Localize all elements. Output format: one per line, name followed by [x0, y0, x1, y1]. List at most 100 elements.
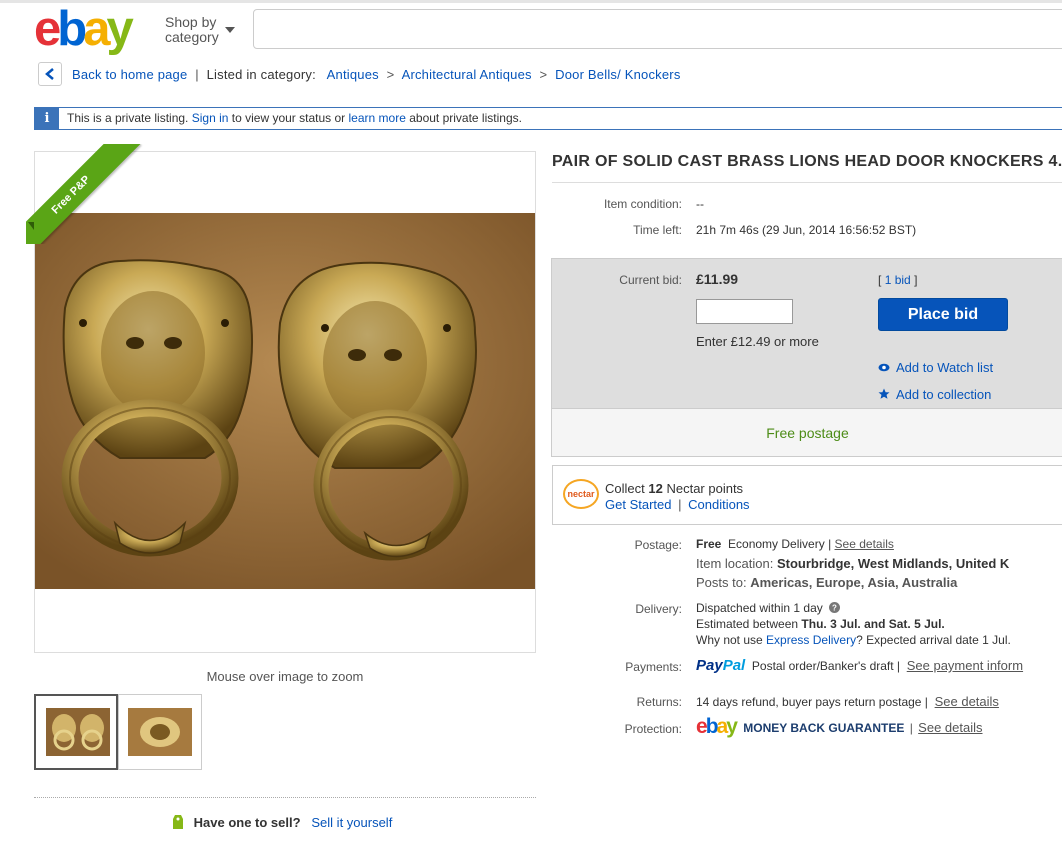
- why-suffix: ? Expected arrival date 1 Jul.: [856, 633, 1011, 647]
- category-label: category: [165, 29, 219, 45]
- have-one-to-sell-text: Have one to sell?: [193, 815, 301, 830]
- logo-letter: b: [705, 715, 719, 738]
- nectar-logo-text: nectar: [567, 489, 595, 499]
- header-top-line: [0, 0, 1062, 3]
- main-product-photo[interactable]: [35, 213, 535, 589]
- returns-text: 14 days refund, buyer pays return postag…: [696, 695, 928, 709]
- bid-count: [ 1 bid ]: [878, 273, 917, 287]
- posts-to-label: Posts to:: [696, 575, 747, 590]
- collection-link[interactable]: Add to collection: [896, 387, 991, 402]
- postage-label: Postage:: [634, 538, 682, 552]
- current-bid-value: £11.99: [696, 271, 739, 287]
- ebay-guarantee-logo: ebay: [696, 715, 738, 738]
- delivery-label: Delivery:: [635, 602, 682, 616]
- time-left-value: 21h 7m 46s (29 Jun, 2014 16:56:52 BST): [696, 223, 917, 237]
- private-listing-notice: i This is a private listing. Sign in to …: [34, 107, 1062, 130]
- sell-prompt: Have one to sell? Sell it yourself: [172, 814, 392, 830]
- posts-to: Posts to: Americas, Europe, Asia, Austra…: [696, 575, 957, 590]
- help-icon[interactable]: ?: [829, 602, 841, 613]
- estimated-prefix: Estimated between: [696, 617, 799, 631]
- paypal-pal: Pal: [722, 657, 746, 674]
- back-button[interactable]: [38, 62, 62, 86]
- express-delivery-note: Why not use Express Delivery? Expected a…: [696, 633, 1011, 647]
- learn-more-link[interactable]: learn more: [349, 111, 406, 125]
- nectar-points-suffix: Nectar points: [666, 481, 744, 496]
- zoom-hint: Mouse over image to zoom: [206, 669, 364, 684]
- breadcrumb: Back to home page | Listed in category: …: [72, 67, 681, 82]
- paypal-pay: Pay: [696, 657, 723, 674]
- posts-to-value: Americas, Europe, Asia, Australia: [750, 575, 958, 590]
- item-location-value: Stourbridge, West Midlands, United K: [776, 556, 1010, 571]
- payments-label: Payments:: [625, 660, 682, 674]
- current-bid-label: Current bid:: [619, 273, 682, 287]
- breadcrumb-item-door-bells[interactable]: Door Bells/ Knockers: [555, 67, 680, 82]
- listed-in-label: Listed in category:: [206, 67, 316, 82]
- dispatched: Dispatched within 1 day ?: [696, 601, 841, 615]
- thumbnail-1[interactable]: [34, 694, 118, 770]
- separator: |: [909, 721, 913, 735]
- shop-by-label: Shop by: [165, 14, 217, 30]
- nectar-collect: Collect 12 Nectar points: [605, 481, 743, 496]
- breadcrumb-item-antiques[interactable]: Antiques: [327, 67, 379, 82]
- item-location-label: Item location:: [696, 556, 774, 571]
- bracket: ]: [914, 273, 918, 287]
- estimated-dates: Thu. 3 Jul. and Sat. 5 Jul.: [801, 617, 945, 631]
- logo-letter: a: [83, 2, 110, 56]
- paypal-logo: PayPal: [696, 657, 745, 674]
- why-prefix: Why not use: [696, 633, 763, 647]
- bid-amount-input[interactable]: [696, 299, 793, 324]
- shop-by-category-button[interactable]: Shop by category: [165, 14, 235, 45]
- logo-letter: a: [716, 715, 729, 738]
- returns-value: 14 days refund, buyer pays return postag…: [696, 694, 999, 709]
- see-payment-info-link[interactable]: See payment inform: [907, 658, 1023, 673]
- item-condition-label: Item condition:: [603, 197, 682, 211]
- logo-letter: e: [34, 2, 61, 56]
- protection-label: Protection:: [624, 722, 682, 736]
- express-delivery-link[interactable]: Express Delivery: [766, 633, 856, 647]
- notice-text: to view your status or: [231, 111, 346, 125]
- bid-history-link[interactable]: 1 bid: [885, 273, 911, 287]
- notice-text: This is a private listing.: [67, 111, 189, 125]
- star-icon: [878, 388, 890, 399]
- ebay-logo[interactable]: ebay: [34, 2, 134, 56]
- search-input[interactable]: [253, 9, 1062, 49]
- thumbnail-2[interactable]: [118, 694, 202, 770]
- logo-letter: e: [696, 715, 708, 738]
- returns-see-details-link[interactable]: See details: [935, 694, 999, 709]
- logo-letter: y: [106, 2, 133, 56]
- time-left-label: Time left:: [633, 223, 682, 237]
- notice-text: about private listings.: [409, 111, 522, 125]
- nectar-logo: nectar: [563, 479, 599, 509]
- add-to-watch-list[interactable]: Add to Watch list: [878, 360, 993, 375]
- separator: |: [195, 67, 199, 82]
- thumbnail-image: [128, 708, 192, 756]
- logo-letter: b: [57, 2, 87, 56]
- dispatched-text: Dispatched within 1 day: [696, 601, 823, 615]
- postage-see-details-link[interactable]: See details: [835, 537, 894, 551]
- conditions-link[interactable]: Conditions: [688, 497, 749, 512]
- get-started-link[interactable]: Get Started: [605, 497, 671, 512]
- eye-icon: [878, 363, 890, 372]
- place-bid-button[interactable]: Place bid: [878, 298, 1008, 331]
- caret-down-icon: [225, 27, 235, 33]
- sign-in-link[interactable]: Sign in: [192, 111, 229, 125]
- returns-label: Returns:: [636, 695, 682, 709]
- nectar-links: Get Started | Conditions: [605, 497, 750, 512]
- logo-letter: y: [726, 715, 738, 738]
- sell-it-yourself-link[interactable]: Sell it yourself: [311, 815, 392, 830]
- watch-list-link[interactable]: Add to Watch list: [896, 360, 993, 375]
- breadcrumb-arrow: >: [386, 67, 395, 82]
- free-postage-text: Free postage: [766, 425, 849, 441]
- item-condition-value: --: [696, 197, 704, 211]
- bracket: [: [878, 273, 882, 287]
- chevron-left-icon: [45, 68, 54, 80]
- nectar-points: 12: [648, 481, 663, 496]
- payment-methods: Postal order/Banker's draft |: [751, 659, 901, 673]
- breadcrumb-item-architectural-antiques[interactable]: Architectural Antiques: [402, 67, 532, 82]
- add-to-collection[interactable]: Add to collection: [878, 387, 991, 402]
- item-title: PAIR OF SOLID CAST BRASS LIONS HEAD DOOR…: [552, 153, 1062, 170]
- back-to-home-link[interactable]: Back to home page: [72, 67, 187, 82]
- separator: |: [678, 497, 682, 512]
- free-postage-panel: Free postage: [551, 409, 1062, 457]
- protection-see-details-link[interactable]: See details: [918, 720, 982, 735]
